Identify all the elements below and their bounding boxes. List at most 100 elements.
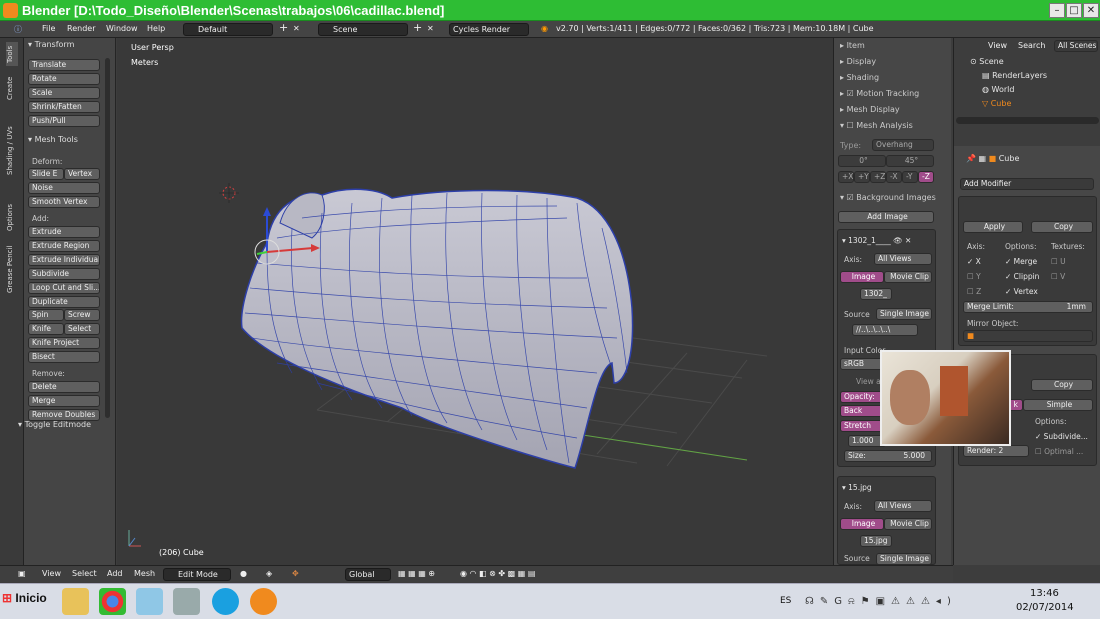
tab-tools[interactable]: Tools [6, 42, 18, 66]
subdivide-button[interactable]: Subdivide [28, 268, 100, 280]
duplicate-button[interactable]: Duplicate [28, 296, 100, 308]
bisect-button[interactable]: Bisect [28, 351, 100, 363]
merge-button[interactable]: Merge [28, 395, 100, 407]
properties-context-tabs[interactable] [954, 128, 1100, 146]
slide-edge-button[interactable]: Slide E [28, 168, 64, 180]
rotate-button[interactable]: Rotate [28, 73, 100, 85]
render-engine-select[interactable]: Cycles Render [449, 23, 529, 36]
display-section[interactable]: ▸ Display [840, 57, 876, 66]
image-path-field[interactable]: //..\..\..\..\ [852, 324, 918, 336]
shrink-fatten-button[interactable]: Shrink/Fatten [28, 101, 100, 113]
select-mode-icons[interactable]: ◉ ◠ ◧ ⊗ ✤ ▩ ▦ ▤ [460, 569, 535, 578]
add-screen-button[interactable]: + [279, 21, 288, 34]
tab-options[interactable]: Options [6, 198, 18, 236]
axis2-select[interactable]: All Views [874, 500, 932, 512]
tray-icons[interactable]: ☊✎G⍾⚑▣⚠⚠⚠◂) [805, 596, 957, 607]
viewport-shading-icon[interactable]: ● [240, 569, 247, 578]
add-modifier-select[interactable]: Add Modifier [960, 178, 1094, 190]
notes-app-icon[interactable] [136, 588, 163, 615]
menu-file[interactable]: File [42, 24, 55, 33]
outliner-world[interactable]: ◍ World [982, 85, 1014, 94]
pivot-point-icon[interactable]: ◈ [266, 569, 272, 578]
screw-button[interactable]: Screw [64, 309, 100, 321]
source2-select[interactable]: Single Image [876, 553, 932, 565]
bg-image-1-name[interactable]: ▾ 1302_1____ 👁 ✕ [842, 236, 911, 245]
delete-scene-button[interactable]: ✕ [427, 24, 434, 33]
axis-select[interactable]: All Views [874, 253, 932, 265]
push-pull-button[interactable]: Push/Pull [28, 115, 100, 127]
merge-limit-field[interactable]: Merge Limit: 1mm [963, 301, 1093, 313]
size-field[interactable]: Size: 5.000 [844, 450, 932, 462]
language-indicator[interactable]: ES [780, 596, 791, 606]
start-button[interactable]: ⊞ Inicio [2, 591, 47, 605]
outliner-cube[interactable]: ▽ Cube [982, 99, 1011, 108]
scene-select[interactable]: Scene [318, 23, 408, 36]
layers-icon[interactable]: ▦ ▦ ▦ ⊕ [398, 569, 435, 578]
axis-neg-y[interactable]: -Y [902, 171, 918, 183]
outliner-scene[interactable]: ⊙ Scene [970, 57, 1004, 66]
mirror-object-field[interactable]: ■ [963, 330, 1093, 342]
menu-help[interactable]: Help [147, 24, 165, 33]
motion-tracking-section[interactable]: ▸ ☑ Motion Tracking [840, 89, 919, 98]
type-select[interactable]: Overhang [872, 139, 934, 151]
knife-button[interactable]: Knife [28, 323, 64, 335]
clock-time[interactable]: 13:46 [1030, 588, 1059, 599]
loop-cut-button[interactable]: Loop Cut and Sli... [28, 282, 100, 294]
calculator-icon[interactable] [173, 588, 200, 615]
chrome-icon[interactable] [99, 588, 126, 615]
scale-button[interactable]: Scale [28, 87, 100, 99]
optimal-display-checkbox[interactable]: ☐ Optimal ... [1035, 447, 1083, 456]
mesh-analysis-section[interactable]: ▾ ☐ Mesh Analysis [840, 121, 913, 130]
axis-neg-z[interactable]: -Z [918, 171, 934, 183]
mesh-display-section[interactable]: ▸ Mesh Display [840, 105, 900, 114]
skype-icon[interactable] [212, 588, 239, 615]
noise-button[interactable]: Noise [28, 182, 100, 194]
shelf-scrollbar[interactable] [105, 58, 110, 418]
angle-max-field[interactable]: 45° [886, 155, 934, 167]
info-editor-icon[interactable]: ⓘ [14, 24, 22, 35]
delete-screen-button[interactable]: ✕ [293, 24, 300, 33]
add-scene-button[interactable]: + [413, 21, 422, 34]
mode-select[interactable]: Edit Mode [163, 568, 231, 581]
screen-layout-select[interactable]: Default [183, 23, 273, 36]
orientation-select[interactable]: Global [345, 568, 391, 581]
tab-grease-pencil[interactable]: Grease Pencil [6, 240, 18, 298]
image-tab[interactable]: Image [840, 271, 884, 283]
add-menu[interactable]: Add [107, 569, 123, 578]
tab-create[interactable]: Create [6, 72, 18, 104]
extrude-individual-button[interactable]: Extrude Individual [28, 254, 100, 266]
mirror-tex-v[interactable]: ☐ V [1051, 272, 1065, 281]
blender-taskbar-icon[interactable] [250, 588, 277, 615]
movie-clip-tab[interactable]: Movie Clip [884, 271, 932, 283]
mirror-axis-y[interactable]: ☐ Y [967, 272, 981, 281]
render-levels-field[interactable]: Render: 2 [963, 445, 1029, 457]
subdivide-uvs-checkbox[interactable]: ✓ Subdivide... [1035, 432, 1088, 441]
toggle-editmode-panel[interactable]: ▾ Toggle Editmode [14, 420, 104, 434]
mirror-tex-u[interactable]: ☐ U [1051, 257, 1066, 266]
image2-tab[interactable]: Image [840, 518, 884, 530]
spin-button[interactable]: Spin [28, 309, 64, 321]
axis-neg-x[interactable]: -X [886, 171, 902, 183]
axis-pos-x[interactable]: +X [838, 171, 854, 183]
maximize-button[interactable]: □ [1066, 3, 1082, 18]
delete-button[interactable]: Delete [28, 381, 100, 393]
background-images-section[interactable]: ▾ ☑ Background Images [840, 193, 936, 202]
mirror-apply-button[interactable]: Apply [963, 221, 1023, 233]
slide-vertex-button[interactable]: Vertex [64, 168, 100, 180]
translate-button[interactable]: Translate [28, 59, 100, 71]
view-menu[interactable]: View [42, 569, 61, 578]
simple-tab[interactable]: Simple [1023, 399, 1093, 411]
explorer-icon[interactable] [62, 588, 89, 615]
close-button[interactable]: ✕ [1083, 3, 1099, 18]
subsurf-copy-button[interactable]: Copy [1031, 379, 1093, 391]
mirror-axis-z[interactable]: ☐ Z [967, 287, 981, 296]
mesh-menu[interactable]: Mesh [134, 569, 155, 578]
3d-viewport[interactable]: User Persp Meters (206) Cube [117, 38, 833, 565]
item-section[interactable]: ▸ Item [840, 41, 865, 50]
extrude-button[interactable]: Extrude [28, 226, 100, 238]
outliner-view-menu[interactable]: View [988, 41, 1007, 50]
clock-date[interactable]: 02/07/2014 [1016, 602, 1074, 613]
axis-pos-y[interactable]: +Y [854, 171, 870, 183]
mesh-tools-panel-header[interactable]: ▾ Mesh Tools [24, 135, 114, 149]
transform-panel-header[interactable]: ▾ Transform [24, 40, 114, 54]
